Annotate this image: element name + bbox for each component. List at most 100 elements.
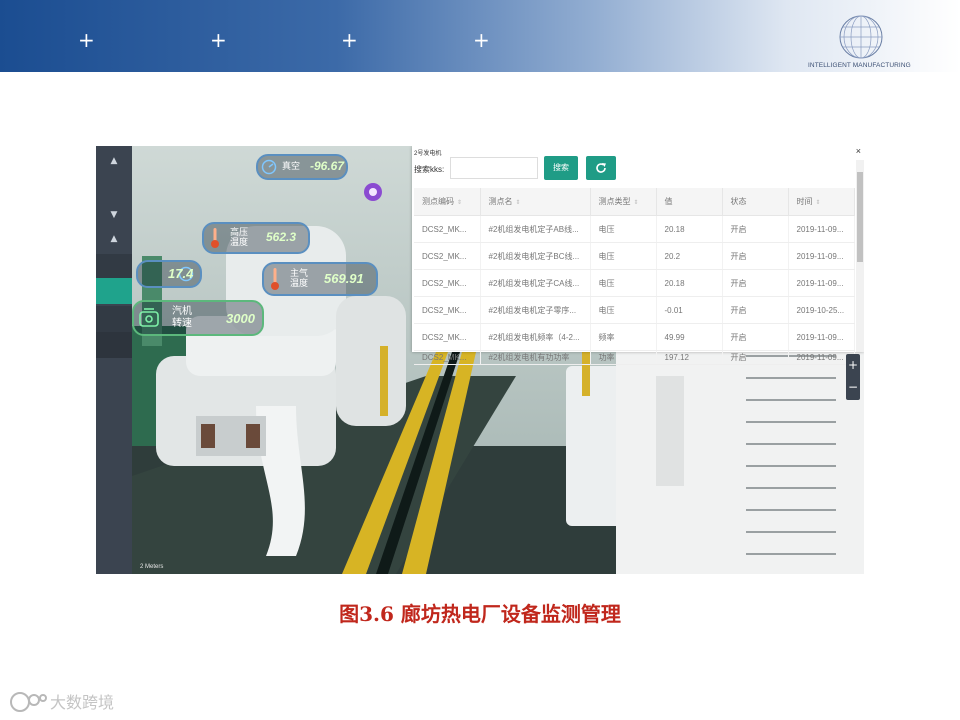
toolbar-item[interactable] — [96, 254, 132, 280]
slide-header: + + + + INTELLIGENT MANUFACTURING — [0, 0, 960, 72]
brand-label: INTELLIGENT MANUFACTURING — [808, 62, 911, 69]
point-value: -0.01 — [656, 296, 723, 324]
sort-icon: ⇕ — [633, 200, 639, 206]
hud-value: 562.3 — [266, 230, 297, 244]
watermark-text: 大数跨境 — [50, 693, 114, 712]
point-time: 2019-11-09... — [788, 269, 855, 297]
zoom-in-button[interactable]: + — [846, 354, 860, 376]
plus-icon: + — [210, 28, 227, 52]
toolbar-item[interactable] — [96, 332, 132, 358]
thermometer-icon — [271, 268, 279, 290]
turbine-icon — [139, 308, 159, 327]
point-name: #2机组发电机定子AB线... — [480, 215, 591, 243]
chevron-up-icon[interactable]: ▲ — [104, 232, 124, 246]
figure-caption: 图3.6 廊坊热电厂设备监测管理 — [339, 602, 621, 626]
chevron-up-icon[interactable]: ▲ — [104, 154, 124, 168]
point-value: 49.99 — [656, 323, 723, 351]
point-code: DCS2_MK... — [414, 323, 481, 351]
sort-icon: ⇕ — [815, 200, 821, 206]
sort-icon: ⇕ — [457, 200, 463, 206]
toolbar-item[interactable] — [96, 306, 132, 332]
hud-label: 真空 — [282, 161, 301, 171]
point-type: 功率 — [590, 350, 657, 365]
column-header[interactable]: 值 — [656, 188, 723, 216]
point-name: #2机组发电机定子CA线... — [480, 269, 591, 297]
hud-tag-main-steam-temperature[interactable]: 主气 温度 569.91 — [262, 262, 378, 296]
table-header-row: 测点编码 ⇕ 测点名 ⇕ 测点类型 ⇕ 值 状态 时间 ⇕ — [414, 188, 855, 216]
table-row[interactable]: DCS2_MK... #2机组发电机有功功率 功率 197.12 开启 2019… — [414, 350, 855, 365]
zoom-controls: + − — [846, 354, 860, 400]
point-code: DCS2_MK... — [414, 215, 481, 243]
point-value: 197.12 — [656, 350, 723, 365]
point-name: #2机组发电机定子BC线... — [480, 242, 591, 270]
refresh-button[interactable] — [586, 156, 616, 180]
column-header[interactable]: 测点名 ⇕ — [480, 188, 591, 216]
search-button[interactable]: 搜索 — [544, 156, 578, 180]
point-name: #2机组发电机定子零序... — [480, 296, 591, 324]
plus-icon: + — [341, 28, 358, 52]
table-row[interactable]: DCS2_MK... #2机组发电机定子CA线... 电压 20.18 开启 2… — [414, 269, 855, 297]
globe-logo-icon — [839, 15, 883, 59]
measurement-table: 测点编码 ⇕ 测点名 ⇕ 测点类型 ⇕ 值 状态 时间 ⇕ DCS2_MK... #2机… — [414, 188, 855, 365]
close-icon[interactable]: × — [856, 146, 861, 156]
point-name: #2机组发电机频率（4-2... — [480, 323, 591, 351]
point-status: 开启 — [722, 215, 789, 243]
hud-value: 17.4 — [168, 266, 194, 281]
point-type: 电压 — [590, 269, 657, 297]
point-name: #2机组发电机有功功率 — [480, 350, 591, 365]
point-type: 电压 — [590, 296, 657, 324]
thermometer-icon — [211, 228, 219, 248]
left-toolbar: ▲ ▼ ▲ — [96, 146, 132, 574]
point-code: DCS2_MK... — [414, 269, 481, 297]
chevron-down-icon[interactable]: ▼ — [104, 208, 124, 222]
plus-icon: + — [473, 28, 490, 52]
point-status: 开启 — [722, 269, 789, 297]
point-type: 电压 — [590, 215, 657, 243]
refresh-icon — [596, 162, 606, 173]
toolbar-item-active[interactable] — [96, 278, 132, 304]
scale-bar: 2 Meters — [140, 564, 164, 570]
table-row[interactable]: DCS2_MK... #2机组发电机定子AB线... 电压 20.18 开启 2… — [414, 215, 855, 243]
watermark-logo: 大数跨境 — [10, 692, 114, 712]
point-type: 电压 — [590, 242, 657, 270]
table-row[interactable]: DCS2_MK... #2机组发电机频率（4-2... 频率 49.99 开启 … — [414, 323, 855, 351]
sort-icon: ⇕ — [515, 200, 521, 206]
hud-value: 3000 — [226, 311, 255, 326]
plant-3d-viewer[interactable]: ▲ ▼ ▲ 真空 -96.67 高压 温度 562.3 主气 温度 569.91… — [96, 146, 864, 574]
table-row[interactable]: DCS2_MK... #2机组发电机定子零序... 电压 -0.01 开启 20… — [414, 296, 855, 324]
measurement-panel: 2号发电机 × 搜索kks: 搜索 测点编码⇕ 测点名⇕ 测点类型⇕ 值 — [412, 146, 864, 365]
point-value: 20.18 — [656, 269, 723, 297]
hud-tag-reading[interactable]: 17.4 — [136, 260, 202, 288]
hud-tag-turbine-speed[interactable]: 汽机 转速 3000 — [132, 300, 264, 336]
point-value: 20.18 — [656, 215, 723, 243]
gauge-icon — [261, 159, 277, 175]
column-header[interactable]: 测点编码 ⇕ — [414, 188, 481, 216]
point-status: 开启 — [722, 296, 789, 324]
point-status: 开启 — [722, 323, 789, 351]
column-header[interactable]: 状态 — [722, 188, 789, 216]
point-time: 2019-10-25... — [788, 296, 855, 324]
point-status: 开启 — [722, 242, 789, 270]
table-scrollbar[interactable] — [856, 160, 864, 352]
hud-tag-hp-temperature[interactable]: 高压 温度 562.3 — [202, 222, 310, 254]
column-header[interactable]: 时间 ⇕ — [788, 188, 855, 216]
hud-label: 汽机 转速 — [172, 306, 192, 329]
point-code: DCS2_MK... — [414, 242, 481, 270]
point-time: 2019-11-09... — [788, 350, 855, 365]
hud-value: 569.91 — [324, 271, 364, 286]
kks-search-input[interactable] — [450, 157, 538, 179]
table-row[interactable]: DCS2_MK... #2机组发电机定子BC线... 电压 20.2 开启 20… — [414, 242, 855, 270]
column-header[interactable]: 测点类型 ⇕ — [590, 188, 657, 216]
search-label: 搜索kks: — [414, 165, 445, 174]
hud-value: -96.67 — [310, 159, 345, 173]
zoom-out-button[interactable]: − — [846, 376, 860, 398]
panel-title: 2号发电机 — [414, 151, 442, 157]
hud-tag-vacuum[interactable]: 真空 -96.67 — [256, 154, 348, 180]
point-code: DCS2_MK... — [414, 296, 481, 324]
point-time: 2019-11-09... — [788, 242, 855, 270]
point-type: 频率 — [590, 323, 657, 351]
point-time: 2019-11-09... — [788, 323, 855, 351]
scrollbar-thumb[interactable] — [857, 172, 863, 262]
point-status: 开启 — [722, 350, 789, 365]
hud-label: 主气 温度 — [290, 268, 309, 288]
